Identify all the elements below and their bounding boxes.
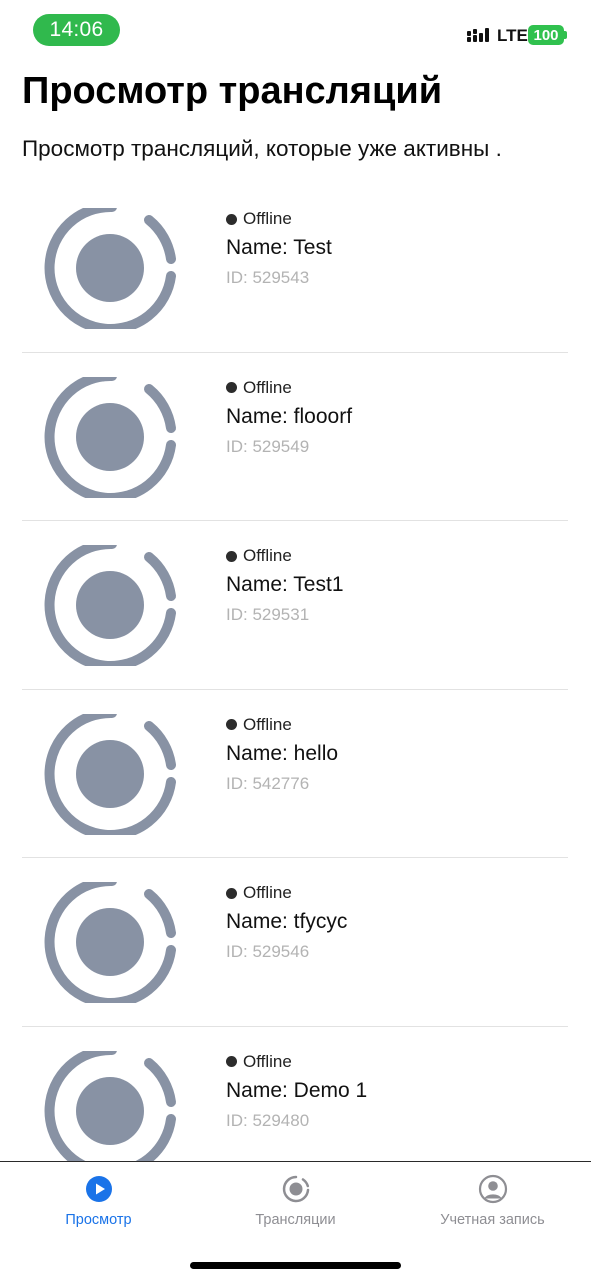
cellular-signal-icon [467,28,489,42]
stream-status: Offline [226,1052,292,1072]
stream-id: ID: 529546 [226,942,310,961]
status-bar: 14:06 LTE 100 [0,0,591,60]
broadcast-icon [282,1175,309,1203]
page-title: Просмотр трансляций [22,70,443,112]
stream-name: Name: tfycyc [226,910,348,933]
battery-cap [564,31,567,39]
status-dot [226,550,237,562]
stream-id: ID: 542776 [226,773,310,793]
status-dot [226,719,237,730]
battery-icon: 100 [528,25,564,45]
status-dot [226,887,237,899]
status-dot [226,213,237,225]
status-time: 14:06 [33,14,120,46]
stream-id: ID: 529531 [226,605,310,624]
stream-status-label: Offline [243,377,292,397]
page-subtitle: Просмотр трансляций, которые уже активны… [22,136,502,161]
stream-status: Offline [226,715,292,735]
broadcast-placeholder-icon [38,1050,180,1161]
stream-item[interactable]: Offline Name: Test ID: 529543 [0,184,591,353]
stream-status: Offline [226,546,292,566]
tab-view-label: Просмотр [65,1212,132,1228]
tab-account[interactable]: Учетная запись [394,1174,591,1228]
account-icon [478,1174,507,1204]
stream-id: ID: 529480 [226,1110,310,1130]
stream-item[interactable]: Offline Name: Test1 ID: 529531 [0,521,591,690]
stream-id: ID: 529549 [226,436,310,456]
stream-name: Name: flooorf [226,404,353,428]
stream-status-label: Offline [243,209,292,228]
tab-broadcasts-label: Трансляции [255,1212,336,1228]
stream-status: Offline [226,209,292,229]
stream-status: Offline [226,883,292,903]
broadcast-placeholder-icon [38,376,180,498]
stream-status: Offline [226,378,292,398]
play-icon [85,1176,112,1202]
stream-status-label: Offline [243,546,292,565]
battery-level: 100 [533,26,559,44]
network-type: LTE [497,26,528,45]
broadcast-placeholder-icon [38,713,180,835]
broadcast-placeholder-icon [38,208,180,329]
status-dot [226,1056,237,1067]
stream-item[interactable]: Offline Name: Demo 1 ID: 529480 [0,1027,591,1161]
stream-status-label: Offline [243,714,292,734]
broadcast-placeholder-icon [38,882,180,1003]
stream-name: Name: Test1 [226,573,344,596]
stream-name: Name: hello [226,741,339,765]
tab-account-label: Учетная запись [440,1212,545,1228]
stream-item[interactable]: Offline Name: tfycyc ID: 529546 [0,858,591,1027]
status-dot [226,382,237,393]
stream-name: Name: Test [226,236,332,259]
stream-item[interactable]: Offline Name: flooorf ID: 529549 [0,353,591,521]
broadcast-placeholder-icon [38,545,180,666]
stream-list[interactable]: Offline Name: Test ID: 529543 Offline Na… [0,184,591,1161]
stream-status-label: Offline [243,883,292,902]
stream-status-label: Offline [243,1051,292,1071]
tab-view[interactable]: Просмотр [0,1174,197,1228]
stream-id: ID: 529543 [226,268,310,287]
stream-item[interactable]: Offline Name: hello ID: 542776 [0,690,591,858]
stream-name: Name: Demo 1 [226,1078,368,1102]
home-indicator[interactable] [190,1262,401,1269]
tab-broadcasts[interactable]: Трансляции [197,1174,394,1228]
